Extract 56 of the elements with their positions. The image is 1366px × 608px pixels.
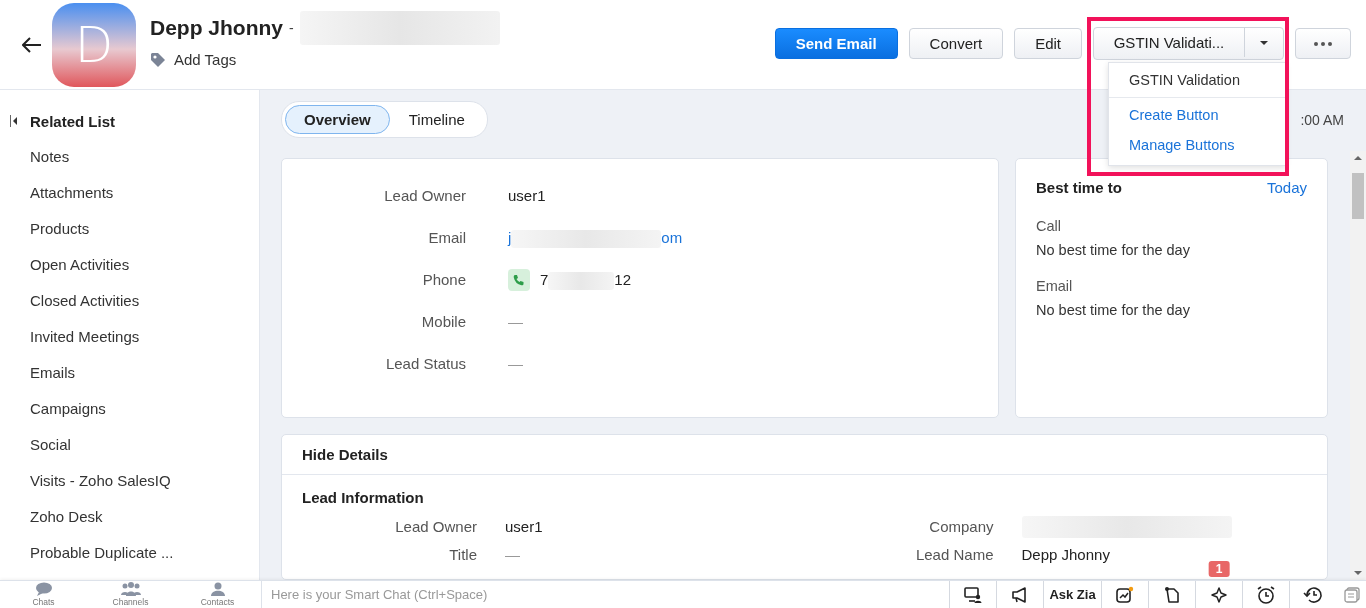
action-button[interactable]: Edit xyxy=(1014,28,1082,59)
field-label: Lead Owner xyxy=(395,518,477,535)
best-time-value: No best time for the day xyxy=(1036,242,1190,258)
empty-value: — xyxy=(508,312,523,332)
empty-value: — xyxy=(508,354,523,374)
field-value: user1 xyxy=(505,517,543,537)
avatar: D xyxy=(52,2,136,87)
today-link[interactable]: Today xyxy=(1266,179,1307,196)
best-time-value: No best time for the day xyxy=(1036,302,1190,318)
sidebar-item[interactable]: Attachments xyxy=(30,184,114,201)
sidebar-item[interactable]: Social xyxy=(30,436,71,453)
sidebar-item[interactable]: Products xyxy=(30,220,90,237)
sidebar-item[interactable]: Campaigns xyxy=(30,400,106,417)
record-name: Depp Jhonny xyxy=(150,16,283,40)
card-title: Best time to xyxy=(1036,179,1122,196)
time-text: :00 AM xyxy=(1300,111,1344,128)
view-tab[interactable]: Timeline xyxy=(389,105,484,134)
phone-number: 7 12 xyxy=(540,269,632,291)
send-email-button[interactable]: Send Email xyxy=(774,28,898,59)
sidebar-item[interactable]: Invited Meetings xyxy=(30,328,140,345)
field-label: Lead Owner xyxy=(384,187,466,204)
add-tags-link[interactable]: Add Tags xyxy=(150,51,500,68)
sidebar-title: Related List xyxy=(30,112,116,130)
field-label: Mobile xyxy=(421,313,466,330)
sidebar-item[interactable]: Notes xyxy=(30,148,70,165)
chat-bar-tab[interactable]: Contacts xyxy=(174,581,261,608)
name-separator: - xyxy=(289,20,294,36)
ask-zia-button[interactable]: Ask Zia xyxy=(1043,581,1101,608)
action-button[interactable]: Convert xyxy=(908,28,1004,59)
field-label: Phone xyxy=(422,271,466,288)
field-value: Depp Jhonny xyxy=(1021,545,1110,565)
field-label: Title xyxy=(449,546,477,563)
section-label: Call xyxy=(1036,218,1061,234)
field-value: user1 xyxy=(508,186,546,206)
section-label: Email xyxy=(1036,278,1073,294)
view-tab[interactable]: Overview xyxy=(285,105,390,134)
section-title: Lead Information xyxy=(302,489,424,506)
sidebar-item[interactable]: Zoho Desk xyxy=(30,508,103,525)
menu-item[interactable]: Create Button xyxy=(1129,107,1219,123)
menu-item[interactable]: Manage Buttons xyxy=(1129,137,1235,153)
menu-item[interactable]: GSTIN Validation xyxy=(1129,72,1240,88)
smart-chat-field[interactable]: Here is your Smart Chat (Ctrl+Space) xyxy=(262,581,949,608)
sidebar-item[interactable]: Emails xyxy=(30,364,75,381)
field-label: Company xyxy=(929,518,994,535)
field-label: Email xyxy=(428,229,466,246)
sidebar-item[interactable]: Visits - Zoho SalesIQ xyxy=(30,472,171,489)
notification-badge: 1 xyxy=(1208,561,1230,577)
sidebar-item[interactable]: Open Activities xyxy=(30,256,130,273)
chat-bar-tab[interactable]: Channels xyxy=(87,581,174,608)
sidebar-item[interactable]: Probable Duplicate ... xyxy=(30,544,174,561)
hide-details-toggle[interactable]: Hide Details xyxy=(302,446,388,463)
field-label: Lead Name xyxy=(915,546,994,563)
empty-value: — xyxy=(505,545,520,565)
chat-bar-tab[interactable]: Chats xyxy=(0,581,87,608)
sidebar-item[interactable]: Closed Activities xyxy=(30,292,140,309)
field-label: Lead Status xyxy=(385,355,466,372)
